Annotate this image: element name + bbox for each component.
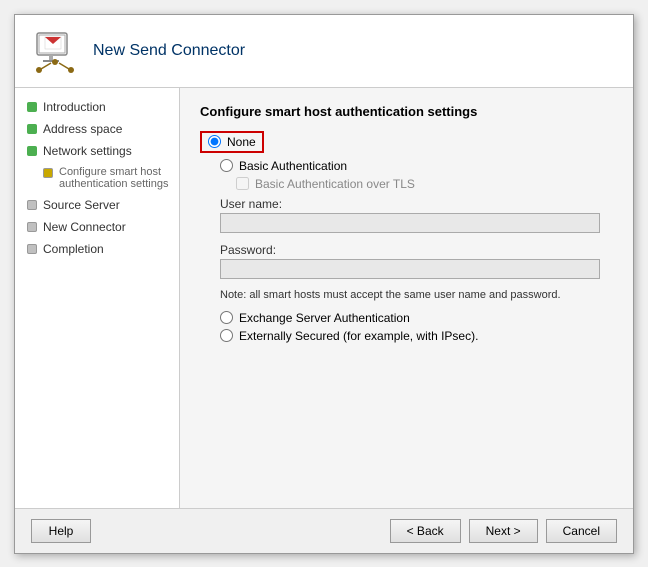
sidebar-item-introduction[interactable]: Introduction bbox=[15, 96, 179, 118]
introduction-indicator bbox=[27, 102, 37, 112]
connector-icon bbox=[31, 27, 79, 75]
help-button[interactable]: Help bbox=[31, 519, 91, 543]
option-row-basic-auth-tls: Basic Authentication over TLS bbox=[236, 177, 613, 191]
password-input[interactable] bbox=[220, 259, 600, 279]
username-label: User name: bbox=[220, 197, 613, 211]
label-exchange-auth[interactable]: Exchange Server Authentication bbox=[239, 311, 410, 325]
sidebar-item-smart-host-auth[interactable]: Configure smart host authentication sett… bbox=[15, 162, 179, 194]
footer-right: < Back Next > Cancel bbox=[390, 519, 617, 543]
checkbox-basic-auth-tls[interactable] bbox=[236, 177, 249, 190]
sidebar: Introduction Address space Network setti… bbox=[15, 88, 180, 508]
sidebar-label-smart-host-auth: Configure smart host authentication sett… bbox=[59, 166, 171, 190]
radio-none[interactable] bbox=[208, 135, 221, 148]
radio-exchange-auth[interactable] bbox=[220, 311, 233, 324]
next-button[interactable]: Next > bbox=[469, 519, 538, 543]
radio-basic-auth[interactable] bbox=[220, 159, 233, 172]
sidebar-item-completion[interactable]: Completion bbox=[15, 238, 179, 260]
section-title: Configure smart host authentication sett… bbox=[200, 104, 613, 119]
label-basic-auth-tls: Basic Authentication over TLS bbox=[255, 177, 415, 191]
address-space-indicator bbox=[27, 124, 37, 134]
sidebar-item-network-settings[interactable]: Network settings bbox=[15, 140, 179, 162]
cancel-button[interactable]: Cancel bbox=[546, 519, 617, 543]
username-input[interactable] bbox=[220, 213, 600, 233]
completion-indicator bbox=[27, 244, 37, 254]
note-text: Note: all smart hosts must accept the sa… bbox=[220, 289, 613, 301]
dialog-title: New Send Connector bbox=[93, 42, 245, 60]
username-group: User name: bbox=[220, 197, 613, 233]
sidebar-label-address-space: Address space bbox=[43, 122, 171, 136]
dialog-body: Introduction Address space Network setti… bbox=[15, 88, 633, 508]
main-content: Configure smart host authentication sett… bbox=[180, 88, 633, 508]
new-connector-indicator bbox=[27, 222, 37, 232]
option-row-exchange-auth: Exchange Server Authentication bbox=[220, 311, 613, 325]
label-externally-secured[interactable]: Externally Secured (for example, with IP… bbox=[239, 329, 478, 343]
password-group: Password: bbox=[220, 243, 613, 279]
option-row-externally-secured: Externally Secured (for example, with IP… bbox=[220, 329, 613, 343]
dialog-header: New Send Connector bbox=[15, 15, 633, 88]
sidebar-item-address-space[interactable]: Address space bbox=[15, 118, 179, 140]
option-row-none: None bbox=[200, 131, 613, 153]
source-server-indicator bbox=[27, 200, 37, 210]
back-button[interactable]: < Back bbox=[390, 519, 461, 543]
sidebar-label-introduction: Introduction bbox=[43, 100, 171, 114]
sidebar-item-new-connector[interactable]: New Connector bbox=[15, 216, 179, 238]
network-settings-indicator bbox=[27, 146, 37, 156]
password-label: Password: bbox=[220, 243, 613, 257]
footer-left: Help bbox=[31, 519, 91, 543]
label-basic-auth[interactable]: Basic Authentication bbox=[239, 159, 347, 173]
smart-host-auth-indicator bbox=[43, 168, 53, 178]
dialog-window: New Send Connector Introduction Address … bbox=[14, 14, 634, 554]
sidebar-label-new-connector: New Connector bbox=[43, 220, 171, 234]
sidebar-label-network-settings: Network settings bbox=[43, 144, 171, 158]
sidebar-item-source-server[interactable]: Source Server bbox=[15, 194, 179, 216]
sidebar-label-completion: Completion bbox=[43, 242, 171, 256]
label-none[interactable]: None bbox=[227, 135, 256, 149]
radio-externally-secured[interactable] bbox=[220, 329, 233, 342]
dialog-footer: Help < Back Next > Cancel bbox=[15, 508, 633, 553]
sidebar-label-source-server: Source Server bbox=[43, 198, 171, 212]
option-row-basic-auth: Basic Authentication bbox=[220, 159, 613, 173]
none-option-box: None bbox=[200, 131, 264, 153]
